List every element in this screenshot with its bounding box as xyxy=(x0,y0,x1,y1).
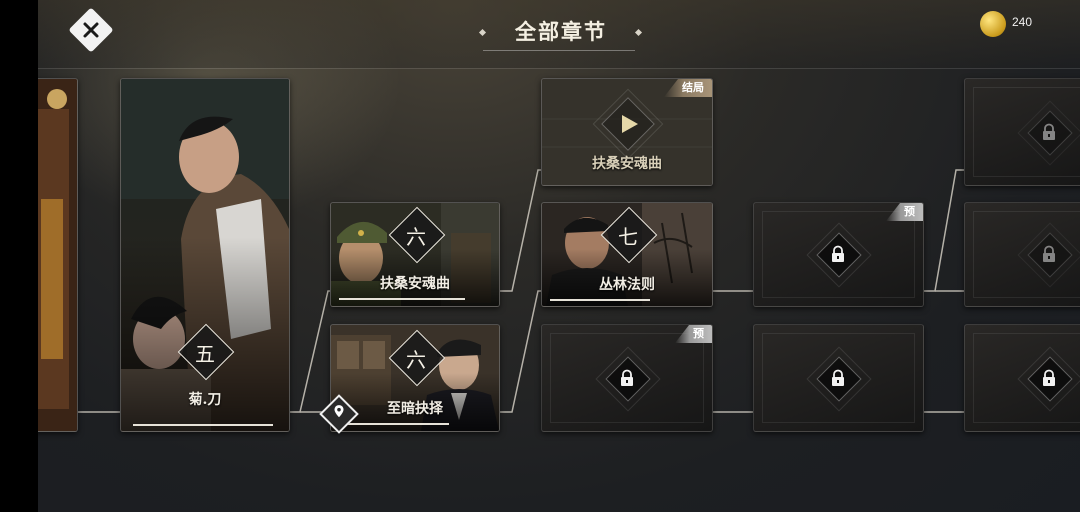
locked-chapter-card[interactable]: 预 xyxy=(541,324,713,432)
coin-count: 240 xyxy=(1012,15,1033,29)
gold-coin-icon xyxy=(980,11,1006,37)
lock-icon xyxy=(1043,245,1055,262)
page-title: 全部章节 xyxy=(515,19,607,44)
locked-chapter-card[interactable]: 预 xyxy=(753,202,924,307)
chapter-number: 六 xyxy=(406,225,426,249)
lock-icon xyxy=(1043,369,1055,386)
chapter-art xyxy=(38,79,77,431)
chapter-title: 丛林法则 xyxy=(599,277,655,293)
chapter-title: 扶桑安魂曲 xyxy=(592,156,662,172)
play-icon[interactable] xyxy=(618,113,640,135)
chapter-card-ending[interactable]: 结局 扶桑安魂曲 xyxy=(541,78,713,186)
chapter-card-5[interactable]: 五 菊.刀 xyxy=(120,78,290,432)
locked-chapter-card[interactable] xyxy=(964,78,1080,186)
locked-chapter-card[interactable] xyxy=(964,324,1080,432)
lock-icon xyxy=(832,245,844,262)
chapter-card-previous[interactable] xyxy=(38,78,78,432)
chapter-underline xyxy=(339,298,465,300)
title-underline xyxy=(483,50,635,51)
locked-chapter-card[interactable] xyxy=(753,324,924,432)
chapter-underline xyxy=(550,299,650,301)
chapter-card-6a[interactable]: 六 扶桑安魂曲 xyxy=(330,202,500,307)
chapter-number: 六 xyxy=(406,348,426,372)
lock-icon xyxy=(621,369,633,386)
chapter-underline xyxy=(339,423,449,425)
chapter-title: 扶桑安魂曲 xyxy=(380,276,450,292)
chapter-map: 五 菊.刀 六 扶桑安魂曲 六 至暗抉择 结局 扶桑安魂曲 七 丛林法则 预 预… xyxy=(38,0,1080,512)
lock-icon xyxy=(832,369,844,386)
location-pin-icon xyxy=(334,405,344,418)
chapter-number: 七 xyxy=(618,225,638,249)
chapter-card-7[interactable]: 七 丛林法则 xyxy=(541,202,713,307)
chapter-number: 五 xyxy=(195,342,215,366)
locked-chapter-card[interactable] xyxy=(964,202,1080,307)
close-icon xyxy=(83,22,99,38)
chapter-underline xyxy=(133,424,273,426)
lock-icon xyxy=(1043,123,1055,140)
left-black-bar xyxy=(0,0,38,512)
chapter-title: 菊.刀 xyxy=(188,392,222,408)
